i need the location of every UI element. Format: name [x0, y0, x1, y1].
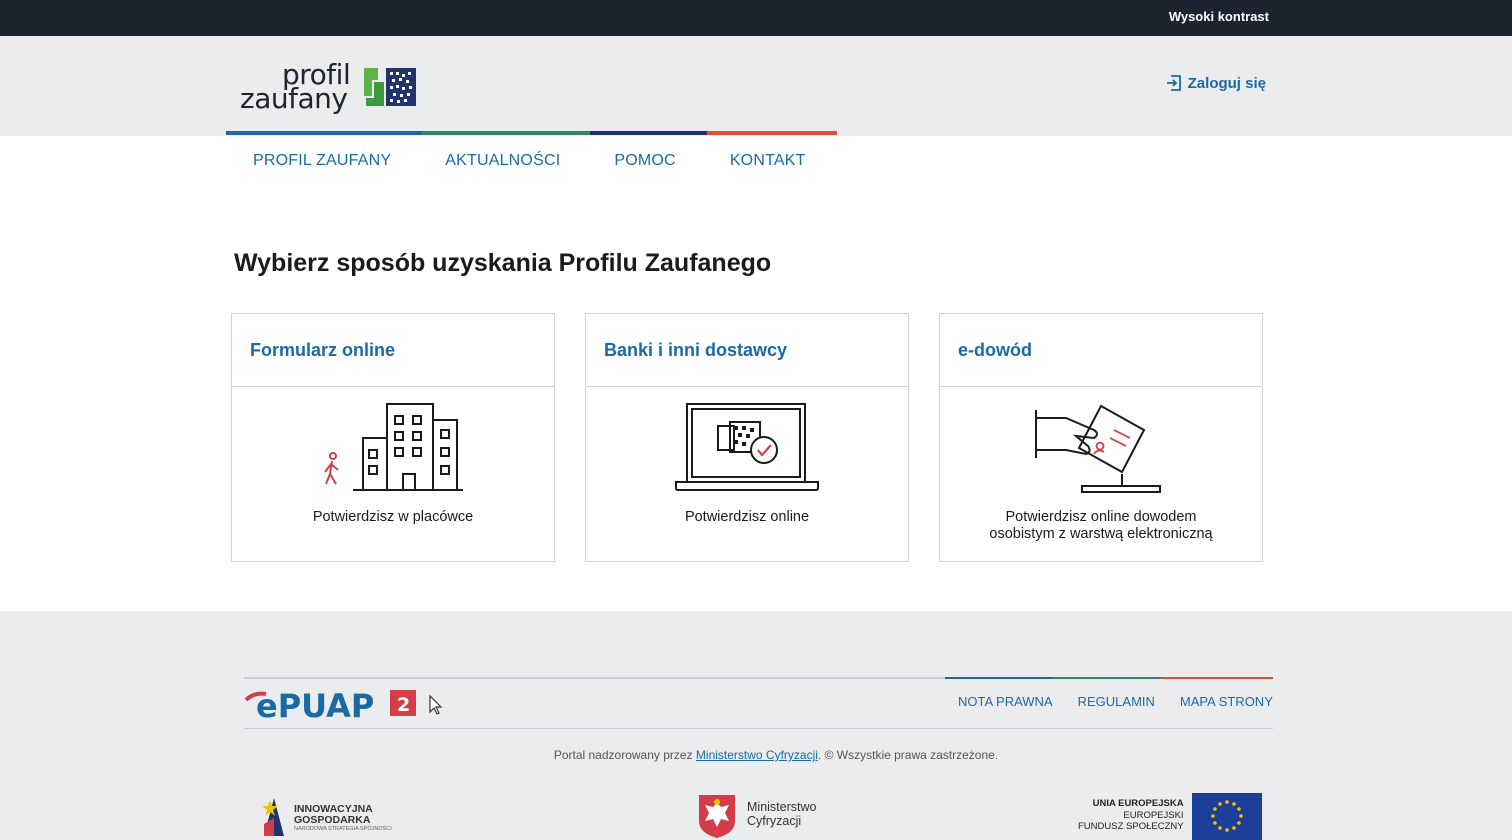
logo-text-line2: zaufany: [240, 82, 348, 115]
page-title: Wybierz sposób uzyskania Profilu Zaufane…: [234, 249, 772, 277]
footer-divider: [244, 728, 1273, 729]
login-label: Zaloguj się: [1187, 74, 1266, 92]
eagle-emblem-icon: [699, 795, 735, 838]
nav-item-aktualnosci[interactable]: AKTUALNOŚCI: [445, 152, 560, 170]
ministry-link[interactable]: Ministerstwo Cyfryzacji: [696, 748, 818, 762]
high-contrast-toggle[interactable]: Wysoki kontrast: [1169, 9, 1269, 24]
profil-zaufany-logo[interactable]: profil zaufany: [240, 58, 430, 118]
epuap-badge: 2: [397, 694, 410, 716]
footer-stripe-blue: [945, 677, 1053, 679]
ministry-logo: Ministerstwo Cyfryzacji: [697, 793, 816, 839]
nav-item-profil-zaufany[interactable]: PROFIL ZAUFANY: [253, 152, 391, 170]
top-bar: Wysoki kontrast: [0, 0, 1512, 36]
card-title[interactable]: e-dowód: [940, 314, 1262, 387]
logo-mark-icon: [364, 68, 416, 106]
footer-links: NOTA PRAWNA REGULAMIN MAPA STRONY: [958, 694, 1298, 709]
nav-item-pomoc[interactable]: POMOC: [614, 152, 675, 170]
footer-link-mapa-strony[interactable]: MAPA STRONY: [1180, 694, 1273, 709]
innowacyjna-gospodarka-logo: INNOWACYJNA GOSPODARKA NARODOWA STRATEGI…: [260, 794, 392, 838]
footer-link-regulamin[interactable]: REGULAMIN: [1078, 694, 1155, 709]
inno-sub: NARODOWA STRATEGIA SPÓJNOŚCI: [294, 826, 392, 832]
login-button[interactable]: Zaloguj się: [1165, 74, 1266, 92]
footer-stripe-green: [1053, 677, 1161, 679]
color-stripe: [226, 131, 837, 135]
card-description: Potwierdzisz online: [684, 509, 810, 525]
footer-link-nota-prawna[interactable]: NOTA PRAWNA: [958, 694, 1053, 709]
eu-flag-icon: [1191, 793, 1262, 840]
card-banki[interactable]: Banki i inni dostawcy Potwierdzisz onlin…: [585, 313, 909, 562]
main-nav: PROFIL ZAUFANY AKTUALNOŚCI POMOC KONTAKT: [253, 152, 860, 170]
laptop-icon: [586, 400, 908, 500]
copyright: Portal nadzorowany przez Ministerstwo Cy…: [0, 748, 1512, 762]
cursor-icon: [429, 694, 443, 715]
card-description: Potwierdzisz online dowodem osobistym z …: [940, 509, 1262, 543]
card-description-line1: Potwierdzisz online dowodem: [1005, 509, 1197, 525]
header: profil zaufany Zaloguj się: [0, 36, 1512, 136]
svg-text:ePUAP: ePUAP: [256, 687, 374, 722]
login-icon: [1166, 75, 1181, 91]
ministry-line2: Cyfryzacji: [747, 814, 802, 828]
footer-divider-top: [244, 677, 945, 679]
ue-line2: EUROPEJSKI: [1123, 809, 1184, 821]
ministry-line1: Ministerstwo: [747, 800, 817, 814]
building-icon: [232, 400, 554, 500]
innovation-star-icon: [262, 798, 284, 836]
inno-line2: GOSPODARKA: [294, 814, 371, 826]
card-description: Potwierdzisz w placówce: [312, 509, 474, 525]
card-title[interactable]: Banki i inni dostawcy: [586, 314, 908, 387]
epuap-logo[interactable]: ePUAP 2: [244, 686, 454, 727]
card-description-line2: osobistym z warstwą elektroniczną: [989, 526, 1213, 542]
card-e-dowod[interactable]: e-dowód Potwierdzisz online dowodem osob…: [939, 313, 1263, 562]
card-title[interactable]: Formularz online: [232, 314, 554, 387]
copyright-prefix: Portal nadzorowany przez: [553, 748, 693, 762]
card-formularz-online[interactable]: Formularz online Potwierdzisz w placówce: [231, 313, 555, 562]
copyright-suffix: . © Wszystkie prawa zastrzeżone.: [817, 748, 999, 762]
footer-stripe-red: [1161, 677, 1273, 679]
ue-line3: FUNDUSZ SPOŁECZNY: [1078, 821, 1184, 832]
nav-item-kontakt[interactable]: KONTAKT: [730, 152, 806, 170]
ue-line1: UNIA EUROPEJSKA: [1092, 798, 1184, 809]
id-card-icon: [940, 400, 1262, 500]
eu-logo: UNIA EUROPEJSKA EUROPEJSKI FUNDUSZ SPOŁE…: [1078, 793, 1262, 840]
